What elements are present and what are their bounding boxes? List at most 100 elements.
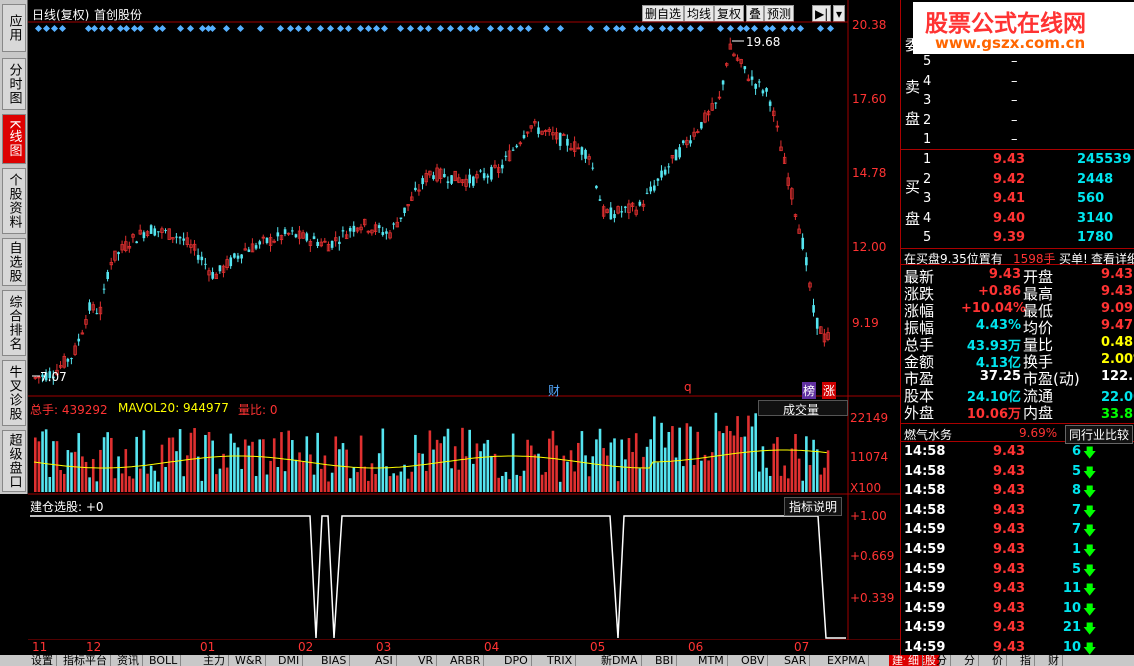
tick-price: 9.43 — [993, 640, 1026, 655]
buy-volume: 2448 — [1077, 171, 1114, 187]
volume-bar — [77, 433, 81, 492]
nav-minute-chart[interactable]: 分时图 — [2, 58, 26, 110]
volume-bar — [348, 478, 352, 492]
tick-volume: 6 — [1071, 444, 1081, 459]
indicator-tab[interactable]: BIAS — [318, 655, 351, 666]
diamond-marker — [396, 24, 405, 33]
volume-bar — [160, 444, 164, 492]
price-axis-label: 14.78 — [852, 166, 887, 180]
right-panel-tab[interactable]: 细 — [905, 655, 923, 666]
candle-body — [805, 257, 808, 266]
volume-bar — [272, 438, 276, 492]
sector-row[interactable]: 燃气水务 9.69% 同行业比较 — [901, 423, 1134, 444]
volume-dropdown[interactable]: 成交量 — [758, 400, 848, 417]
volume-bar — [265, 474, 269, 492]
notice-detail-link[interactable]: 查看详细 — [1091, 250, 1134, 267]
diamond-marker — [136, 24, 145, 33]
nav-ranking-label: 综合排名 — [6, 295, 22, 351]
finance-marker[interactable]: 财 — [548, 382, 560, 399]
indicator-tab[interactable]: MTM — [695, 655, 728, 666]
volume-bar — [533, 454, 537, 492]
volume-bar — [421, 453, 424, 492]
indicator-tab[interactable]: BBI — [652, 655, 678, 666]
candle-body — [620, 211, 624, 213]
indicator-tab[interactable]: TRIX — [544, 655, 577, 666]
diamond-marker — [50, 24, 59, 33]
candle-body — [663, 169, 667, 175]
diamond-marker — [666, 24, 675, 33]
indicator-tab[interactable]: 主力 — [200, 655, 229, 666]
volume-bar — [783, 465, 786, 492]
indicator-tab[interactable]: ASI — [372, 655, 397, 666]
indicator-tab[interactable]: 设置 — [28, 655, 57, 666]
indicator-tab[interactable]: SAR — [781, 655, 811, 666]
indicator-tab[interactable]: W&R — [232, 655, 267, 666]
sector-name: 燃气水务 — [904, 428, 953, 442]
diamond-marker — [816, 24, 825, 33]
volume-bar — [482, 443, 486, 492]
vol-axis-label: 11074 — [850, 450, 889, 464]
nav-kline-chart[interactable]: K线图 — [2, 114, 26, 164]
candle-body — [294, 234, 298, 238]
right-panel-tab[interactable]: 分 — [933, 655, 951, 666]
volume-bar — [120, 473, 124, 492]
volume-bar — [580, 431, 584, 492]
candle-body — [153, 228, 157, 236]
indicator-help-button[interactable]: 指标说明 — [784, 497, 843, 516]
right-panel-tab[interactable]: 价 — [989, 655, 1007, 666]
volume-bar — [696, 431, 700, 492]
ind-axis-label: +0.669 — [850, 549, 895, 563]
volume-bar — [653, 416, 656, 492]
nav-stock-info[interactable]: 个股资料 — [2, 168, 26, 234]
volume-bar — [406, 478, 410, 492]
right-panel-tab[interactable]: 指 — [1017, 655, 1035, 666]
volume-bar — [262, 439, 265, 492]
volume-bar — [645, 446, 649, 492]
volume-bar — [207, 431, 211, 492]
diamond-marker — [90, 24, 99, 33]
indicator-tab[interactable]: 新DMA — [598, 655, 642, 666]
tick-time: 14:59 — [904, 640, 946, 655]
watermark-logo: 股票公式在线网 www.gszx.com.cn — [913, 2, 1134, 54]
month-label: 06 — [688, 640, 704, 654]
indicator-tab[interactable]: 指标平台 — [60, 655, 111, 666]
right-panel-tab[interactable]: 财 — [1045, 655, 1063, 666]
volume-bar — [424, 470, 428, 492]
ranking-marker[interactable]: 榜 — [802, 382, 817, 399]
volume-bar — [718, 431, 721, 492]
sell-label: 委 — [905, 36, 921, 54]
indicator-tab[interactable]: OBV — [738, 655, 769, 666]
nav-watchlist[interactable]: 自选股 — [2, 238, 26, 286]
q-marker[interactable]: q — [684, 380, 692, 394]
indicator-tab[interactable]: VR — [415, 655, 438, 666]
indicator-tab[interactable]: EXPMA — [824, 655, 870, 666]
volume-bar — [37, 441, 41, 492]
limit-up-marker[interactable]: 涨 — [822, 382, 837, 399]
indicator-tab[interactable]: ARBR — [447, 655, 485, 666]
indicator-tab[interactable]: BOLL — [146, 655, 182, 666]
tick-price: 9.43 — [993, 522, 1026, 538]
indicator-tab[interactable]: DPO — [501, 655, 532, 666]
volume-bar — [196, 456, 200, 492]
volume-bar — [758, 471, 761, 492]
volume-bar — [189, 432, 193, 492]
nav-app[interactable]: 应用 — [2, 4, 26, 52]
kline-chart-area[interactable]: 日线(复权) 首创股份 删自选 均线 复权 叠 预测 ▶| ▾ 20.38 17… — [28, 0, 900, 654]
nav-super-panel[interactable]: 超级盘口 — [2, 430, 26, 492]
ind-axis-label: +1.00 — [850, 509, 887, 523]
buy-price: 9.42 — [993, 171, 1026, 187]
indicator-tab[interactable]: 资讯 — [114, 655, 143, 666]
candle-body — [142, 232, 146, 239]
sell-level: 5 — [923, 54, 932, 69]
indicator-tab[interactable]: DMI — [275, 655, 304, 666]
diamond-marker — [542, 24, 551, 33]
volume-bar — [526, 439, 529, 492]
industry-compare-button[interactable]: 同行业比较 — [1065, 425, 1134, 444]
big-order-notice[interactable]: 在买盘9.35位置有 1598手 买单! 查看详细 — [901, 248, 1134, 267]
volume-bar — [432, 449, 435, 492]
volume-bar — [685, 423, 689, 492]
nav-diagnosis[interactable]: 牛叉诊股 — [2, 360, 26, 426]
watermark-url: www.gszx.com.cn — [935, 34, 1086, 52]
right-panel-tab[interactable]: 分 — [961, 655, 979, 666]
nav-ranking[interactable]: 综合排名 — [2, 290, 26, 356]
